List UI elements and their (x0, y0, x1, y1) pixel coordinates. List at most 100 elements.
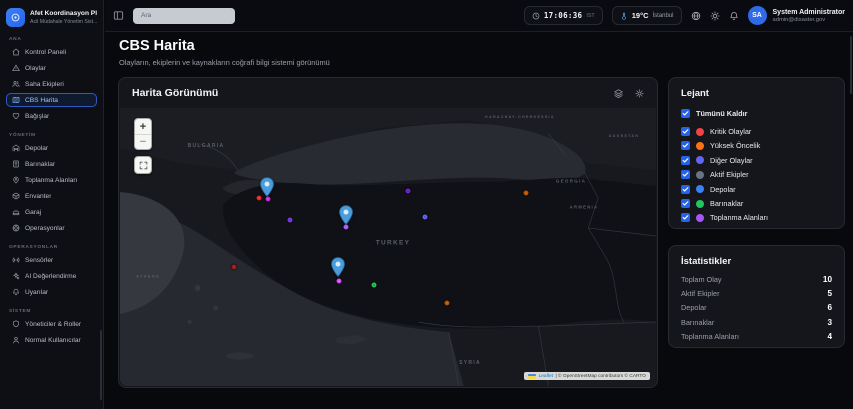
checkbox-checked-icon[interactable] (681, 127, 690, 136)
stat-row-aktif-ekipler: Aktif Ekipler5 (681, 286, 832, 300)
sidebar-item-barınaklar[interactable]: Barınaklar (6, 157, 97, 171)
legend-item-depolar[interactable]: Depolar (681, 182, 832, 196)
bell-icon (12, 288, 20, 296)
checkbox-checked-icon[interactable] (681, 141, 690, 150)
layers-icon[interactable] (614, 89, 623, 98)
attribution-text: | © OpenStreetMap contributors © CARTO (555, 374, 646, 379)
legend-item-label: Kritik Olaylar (710, 127, 751, 136)
sidebar-nav: ANAKontrol PaneliOlaylarSaha EkipleriCBS… (6, 37, 97, 347)
sidebar-item-olaylar[interactable]: Olaylar (6, 61, 97, 75)
legend-item-toplanma-alanları[interactable]: Toplanma Alanları (681, 211, 832, 225)
sidebar-scrollbar[interactable] (100, 330, 102, 400)
legend-item-label: Barınaklar (710, 199, 743, 208)
map-circle-marker[interactable] (524, 191, 529, 196)
legend-item-diğer-olaylar[interactable]: Diğer Olaylar (681, 153, 832, 167)
legend-item-aktif-ekipler[interactable]: Aktif Ekipler (681, 168, 832, 182)
heart-icon (12, 112, 20, 120)
map-circle-marker[interactable] (423, 215, 428, 220)
legend-item-label: Diğer Olaylar (710, 156, 753, 165)
sidebar-item-bağışlar[interactable]: Bağışlar (6, 109, 97, 123)
legend-item-kritik-olaylar[interactable]: Kritik Olaylar (681, 124, 832, 138)
map-pin-marker[interactable] (331, 257, 345, 277)
sidebar-item-cbs-harita[interactable]: CBS Harita (6, 93, 97, 107)
sidebar-item-operasyonlar[interactable]: Operasyonlar (6, 221, 97, 235)
checkbox-checked-icon[interactable] (681, 170, 690, 179)
legend-panel: Lejant Tümünü Kaldır Kritik Olaylar Yükse… (668, 77, 845, 229)
sidebar-item-uyarılar[interactable]: Uyarılar (6, 285, 97, 299)
topbar: 17:06:36 IST 19°C İstanbul SA System Adm… (105, 0, 853, 32)
legend-toggle-all[interactable]: Tümünü Kaldır (681, 106, 832, 120)
fullscreen-button[interactable] (134, 156, 152, 174)
legend-toggle-label: Tümünü Kaldır (696, 109, 747, 118)
stat-label: Barınaklar (681, 318, 714, 327)
user-menu[interactable]: SA System Administrator admin@disaster.g… (748, 6, 845, 25)
sidebar-item-yöneticiler-roller[interactable]: Yöneticiler & Roller (6, 317, 97, 331)
sidebar-item-label: Uyarılar (25, 289, 48, 296)
checkbox-checked-icon[interactable] (681, 199, 690, 208)
search-input[interactable] (133, 8, 235, 24)
users-icon (12, 80, 20, 88)
map-circle-marker[interactable] (266, 197, 271, 202)
target-icon (12, 224, 20, 232)
app-subtitle: Acil Müdahale Yönetim Sist... (30, 19, 97, 25)
legend-color-dot (696, 128, 704, 136)
notifications-bell-icon[interactable] (729, 11, 739, 21)
page-scrollbar[interactable] (850, 36, 852, 94)
map-label-athens: ATHENS (136, 274, 160, 279)
map-circle-marker[interactable] (257, 196, 262, 201)
app-brand[interactable]: Afet Koordinasyon Pla... Acil Müdahale Y… (6, 8, 97, 27)
map-zoom-control: + − (134, 118, 152, 150)
clock-widget: 17:06:36 IST (524, 6, 603, 25)
sidebar-toggle-icon[interactable] (113, 10, 124, 21)
legend-item-barınaklar[interactable]: Barınaklar (681, 196, 832, 210)
map-circle-marker[interactable] (344, 225, 349, 230)
zoom-in-button[interactable]: + (135, 119, 151, 134)
sidebar-item-depolar[interactable]: Depolar (6, 141, 97, 155)
checkbox-checked-icon[interactable] (681, 213, 690, 222)
map-circle-marker[interactable] (337, 279, 342, 284)
sidebar-item-envanter[interactable]: Envanter (6, 189, 97, 203)
sidebar-item-normal-kullanıcılar[interactable]: Normal Kullanıcılar (6, 333, 97, 347)
map-label-turkey: TURKEY (376, 240, 411, 247)
legend-item-yüksek-öncelik[interactable]: Yüksek Öncelik (681, 139, 832, 153)
sidebar-section-label: OPERASYONLAR (9, 245, 94, 250)
car-icon (12, 208, 20, 216)
stat-label: Toplam Olay (681, 275, 722, 284)
flag-icon (528, 374, 536, 379)
map-pin-marker[interactable] (260, 177, 274, 197)
map-circle-marker[interactable] (288, 218, 293, 223)
leaflet-link[interactable]: Leaflet (539, 374, 553, 379)
signal-icon (12, 256, 20, 264)
legend-color-dot (696, 214, 704, 222)
map-pin-marker[interactable] (339, 205, 353, 225)
map-terrain (120, 108, 656, 386)
checkbox-checked-icon[interactable] (681, 109, 690, 118)
legend-color-dot (696, 185, 704, 193)
sidebar-item-kontrol-paneli[interactable]: Kontrol Paneli (6, 45, 97, 59)
sidebar-item-saha-ekipleri[interactable]: Saha Ekipleri (6, 77, 97, 91)
brightness-icon[interactable] (635, 89, 644, 98)
sidebar-item-garaj[interactable]: Garaj (6, 205, 97, 219)
zoom-out-button[interactable]: − (135, 134, 151, 149)
map-circle-marker[interactable] (406, 189, 411, 194)
map-label-bulgaria: BULGARIA (188, 143, 225, 149)
map-circle-marker[interactable] (232, 265, 237, 270)
language-globe-icon[interactable] (691, 11, 701, 21)
map-circle-marker[interactable] (372, 283, 377, 288)
theme-toggle-icon[interactable] (710, 11, 720, 21)
sidebar-item-ai-değerlendirme[interactable]: AI Değerlendirme (6, 269, 97, 283)
checkbox-checked-icon[interactable] (681, 185, 690, 194)
legend-title: Lejant (681, 88, 832, 99)
user-icon (12, 336, 20, 344)
sidebar-item-label: Bağışlar (25, 113, 49, 120)
stat-row-depolar: Depolar6 (681, 301, 832, 315)
thermometer-icon (620, 12, 628, 20)
map-label-syria: SYRIA (459, 360, 481, 366)
map-circle-marker[interactable] (445, 301, 450, 306)
weather-widget: 19°C İstanbul (612, 6, 682, 25)
map-canvas[interactable]: BULGARIAATHENSTURKEYGEORGIAARMENIASYRIAK… (120, 108, 656, 386)
checkbox-checked-icon[interactable] (681, 156, 690, 165)
map-label-karachay-cherkessia: KARACHAY-CHERKESSIA (485, 115, 555, 119)
sidebar-item-toplanma-alanları[interactable]: Toplanma Alanları (6, 173, 97, 187)
sidebar-item-sensörler[interactable]: Sensörler (6, 253, 97, 267)
